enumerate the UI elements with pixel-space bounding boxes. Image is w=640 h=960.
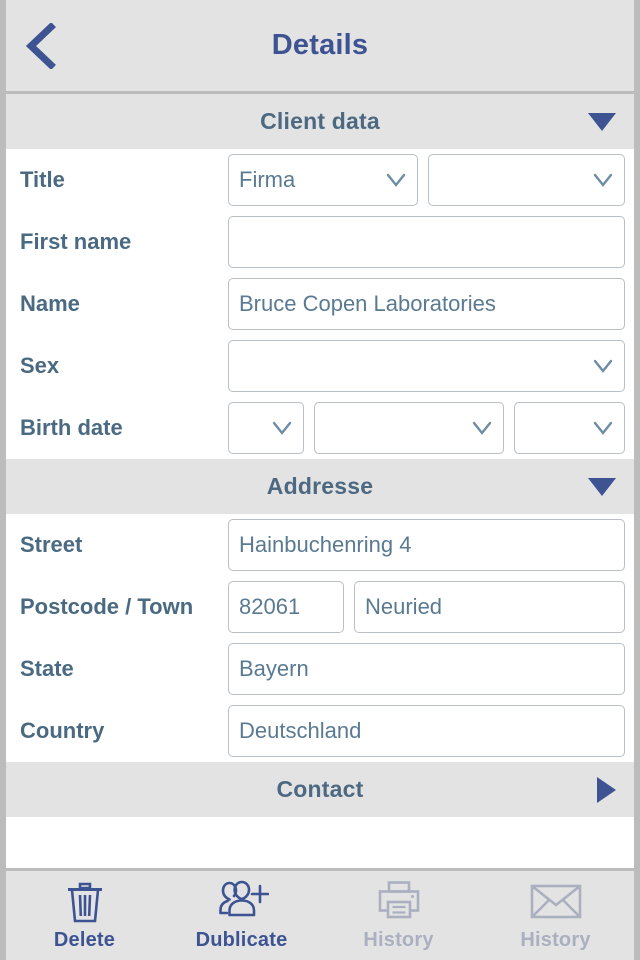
title-select-primary-value: Firma	[239, 167, 296, 192]
chevron-down-icon	[272, 421, 292, 435]
triangle-right-icon	[597, 776, 616, 803]
field-label-title: Title	[20, 166, 65, 192]
field-row-name: Name Bruce Copen Laboratories	[6, 273, 634, 335]
title-select-primary[interactable]: Firma	[228, 154, 418, 206]
birth-date-month-select[interactable]	[314, 402, 504, 454]
section-header-addresse[interactable]: Addresse	[6, 459, 634, 514]
postcode-input[interactable]: 82061	[228, 581, 344, 633]
title-bar: Details	[6, 0, 634, 94]
envelope-icon	[528, 879, 584, 925]
chevron-down-icon	[593, 421, 613, 435]
section-title: Addresse	[266, 473, 374, 499]
field-controls: Bayern	[228, 643, 634, 695]
field-controls	[228, 340, 634, 392]
section-body-addresse: Street Hainbuchenring 4 Postcode / Town …	[6, 514, 634, 762]
field-label-name: Name	[20, 290, 80, 316]
form-scroll-area: Client data Title Firma First name Name …	[6, 94, 634, 868]
toolbar-item-delete[interactable]: Delete	[6, 871, 163, 960]
section-header-client-data[interactable]: Client data	[6, 94, 634, 149]
section-header-contact[interactable]: Contact	[6, 762, 634, 817]
first-name-input[interactable]	[228, 216, 625, 268]
toolbar-label: History	[363, 929, 434, 951]
name-value: Bruce Copen Laboratories	[239, 291, 496, 316]
field-row-birth-date: Birth date	[6, 397, 634, 459]
birth-date-day-select[interactable]	[228, 402, 304, 454]
title-select-secondary[interactable]	[428, 154, 625, 206]
toolbar-label: History	[520, 929, 591, 951]
town-value: Neuried	[365, 594, 443, 619]
chevron-down-icon	[593, 173, 613, 187]
user-add-icon	[215, 879, 269, 925]
sex-select[interactable]	[228, 340, 625, 392]
state-input[interactable]: Bayern	[228, 643, 625, 695]
field-row-country: Country Deutschland	[6, 700, 634, 762]
chevron-down-icon	[472, 421, 492, 435]
postcode-value: 82061	[239, 594, 301, 619]
field-label-birth-date: Birth date	[20, 414, 123, 440]
country-value: Deutschland	[239, 718, 362, 743]
field-controls	[228, 216, 634, 268]
field-label-postcode-town: Postcode / Town	[20, 593, 194, 619]
trash-icon	[64, 879, 106, 925]
field-row-sex: Sex	[6, 335, 634, 397]
field-label-street: Street	[20, 531, 83, 557]
state-value: Bayern	[239, 656, 309, 681]
toolbar-item-history-mail[interactable]: History	[477, 871, 634, 960]
printer-icon	[375, 879, 423, 925]
toolbar-label: Dublicate	[195, 929, 288, 951]
field-row-postcode-town: Postcode / Town 82061 Neuried	[6, 576, 634, 638]
chevron-down-icon	[386, 173, 406, 187]
field-row-state: State Bayern	[6, 638, 634, 700]
back-button[interactable]	[14, 17, 68, 75]
field-controls: 82061 Neuried	[228, 581, 634, 633]
birth-date-year-select[interactable]	[514, 402, 625, 454]
section-body-client-data: Title Firma First name Name Bruce Copen …	[6, 149, 634, 459]
toolbar-item-dublicate[interactable]: Dublicate	[163, 871, 320, 960]
name-input[interactable]: Bruce Copen Laboratories	[228, 278, 625, 330]
toolbar-label: Delete	[53, 929, 116, 951]
chevron-left-icon	[25, 22, 56, 69]
section-title: Client data	[260, 108, 380, 134]
section-title: Contact	[276, 776, 364, 802]
page-title: Details	[271, 29, 369, 61]
toolbar-item-history-print[interactable]: History	[320, 871, 477, 960]
field-row-street: Street Hainbuchenring 4	[6, 514, 634, 576]
bottom-toolbar: Delete Dublicate History History	[6, 868, 634, 960]
field-row-first-name: First name	[6, 211, 634, 273]
field-controls: Firma	[228, 154, 634, 206]
field-controls: Bruce Copen Laboratories	[228, 278, 634, 330]
field-controls	[228, 402, 634, 454]
field-controls: Deutschland	[228, 705, 634, 757]
field-controls: Hainbuchenring 4	[228, 519, 634, 571]
field-row-title: Title Firma	[6, 149, 634, 211]
field-label-state: State	[20, 655, 74, 681]
town-input[interactable]: Neuried	[354, 581, 625, 633]
field-label-country: Country	[20, 717, 105, 743]
field-label-sex: Sex	[20, 352, 60, 378]
street-input[interactable]: Hainbuchenring 4	[228, 519, 625, 571]
chevron-down-icon	[593, 359, 613, 373]
triangle-down-icon	[588, 112, 616, 131]
country-input[interactable]: Deutschland	[228, 705, 625, 757]
details-screen: Details Client data Title Firma First na…	[0, 0, 640, 960]
triangle-down-icon	[588, 477, 616, 496]
field-label-first-name: First name	[20, 228, 132, 254]
street-value: Hainbuchenring 4	[239, 532, 412, 557]
